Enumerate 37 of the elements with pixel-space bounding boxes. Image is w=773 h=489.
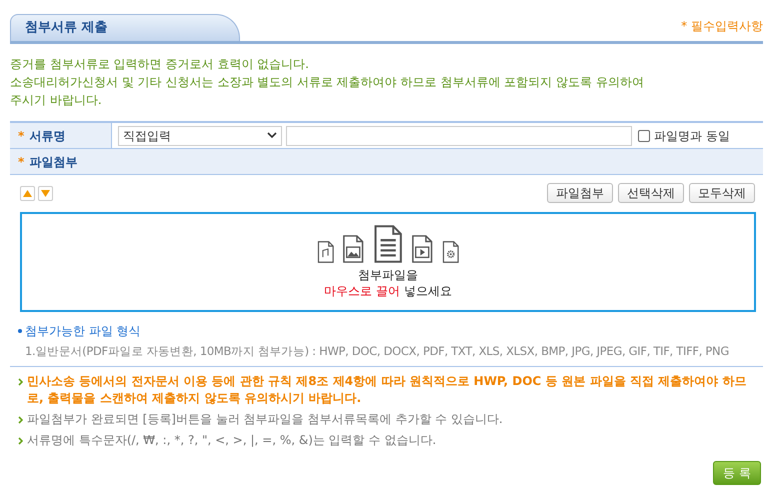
gear-file-icon [442, 241, 460, 263]
toolbar-button[interactable]: 모두삭제 [689, 183, 755, 203]
type-select[interactable]: 직접입력 [118, 126, 282, 146]
triangle-up-icon [23, 190, 32, 196]
checkbox-label: 파일명과 동일 [654, 128, 730, 144]
section-title: 첨부서류 제출 [25, 19, 108, 38]
drop-hint: 마우스로 끌어 넣으세요 [324, 283, 452, 299]
chevron-right-icon [18, 437, 23, 446]
move-up-button[interactable] [20, 186, 35, 200]
required-mark: * [18, 154, 24, 170]
drop-text: 첨부파일을 [358, 267, 418, 283]
image-file-icon [342, 235, 365, 263]
doc-name-field[interactable] [286, 126, 632, 146]
note-text: 파일첨부가 완료되면 [등록]버튼을 눌러 첨부파일을 첨부서류목록에 추가할 수 있습니다. [27, 411, 503, 428]
formats-text: 1.일반문서(PDF파일로 자동변환, 10MB까지 첨부가능) : HWP, DOC, DOCX, PDF, TXT, XLS, XLSX, BMP, JPG, JPEG, GIF, TIF, TIFF, PNG [24, 343, 730, 360]
chevron-right-icon [18, 378, 23, 386]
notice-text: 소송대리허가신청서 및 기타 신청서는 소장과 별도의 서류로 제출하여야 하므로 첨부서류에 포함되지 않도록 유의하여 [10, 74, 645, 91]
chevron-down-icon [267, 132, 277, 139]
drop-zone[interactable]: 첨부파일을 마우스로 끌어 넣으세요 [20, 212, 756, 312]
video-file-icon [411, 235, 434, 263]
notice-text: 증거를 첨부서류로 입력하면 증거로서 효력이 없습니다. [10, 56, 310, 73]
toolbar-button[interactable]: 선택삭제 [618, 183, 684, 203]
note-text: 민사소송 등에서의 전자문서 이용 등에 관한 규칙 제8조 제4항에 따라 원칙적으로 HWP, DOC 등 원본 파일을 직접 제출하여야 하므로, 출력물을 스캔하여 제출하지 않도록 유의하시기 바랍니다. [27, 373, 748, 408]
triangle-down-icon [41, 190, 50, 196]
bullet-icon [18, 329, 22, 333]
label-text: 파일첨부 [29, 154, 78, 170]
notice-text: 주시기 바랍니다. [10, 92, 103, 109]
chevron-right-icon [18, 416, 23, 424]
document-icon [372, 225, 404, 263]
note-text: 서류명에 특수문자(/, ₩, :, *, ?, ", <, >, |, =, %, &)는 입력할 수 없습니다. [27, 432, 436, 450]
same-as-filename-checkbox[interactable] [638, 130, 650, 142]
required-mark: * [18, 128, 24, 144]
toolbar-button[interactable]: 파일첨부 [547, 183, 613, 203]
label-text: 서류명 [29, 128, 66, 144]
move-down-button[interactable] [38, 186, 53, 200]
required-note: * 필수입력사항 [681, 18, 763, 35]
formats-title: 첨부가능한 파일 형식 [25, 323, 141, 340]
